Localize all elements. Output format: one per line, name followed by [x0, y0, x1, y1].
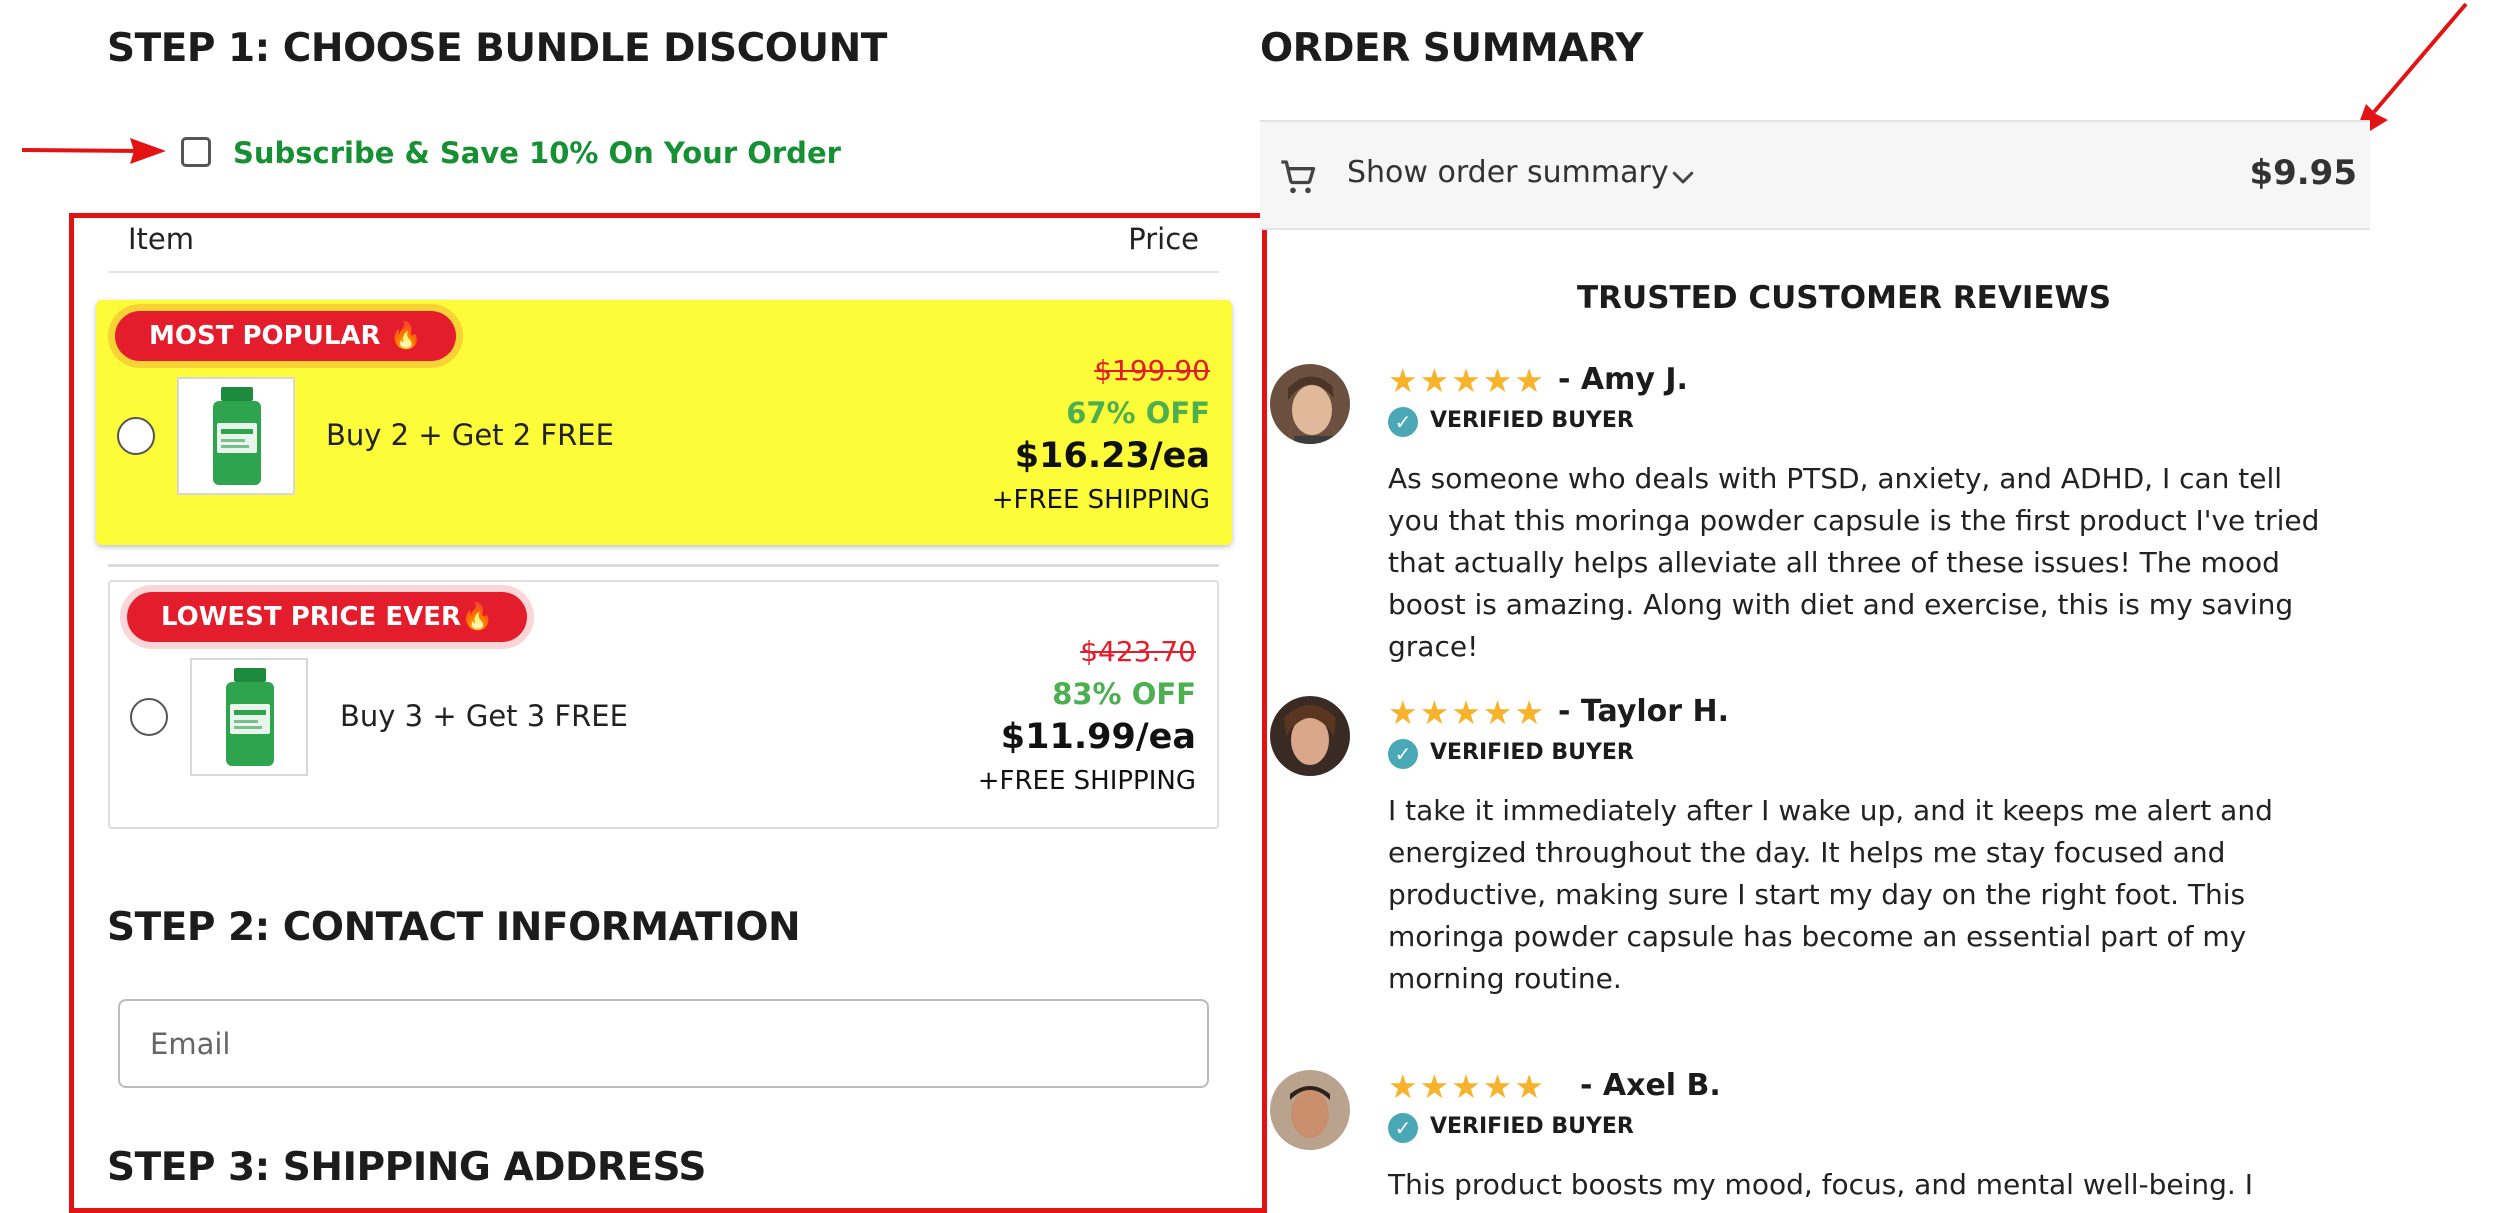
bundle-2-radio[interactable] — [130, 698, 168, 736]
star-icon: ★ — [1388, 1067, 1418, 1106]
star-icon: ★ — [1514, 693, 1544, 732]
step1-title: STEP 1: CHOOSE BUNDLE DISCOUNT — [107, 26, 887, 71]
bundle-2-discount: 83% OFF — [1052, 677, 1196, 711]
reviewer-name: - Amy J. — [1558, 362, 1688, 397]
star-icon: ★ — [1514, 1067, 1544, 1106]
bundle-1-radio[interactable] — [117, 417, 155, 455]
lowest-price-badge: LOWEST PRICE EVER🔥 — [127, 592, 528, 642]
avatar — [1270, 364, 1350, 444]
verified-buyer-label: VERIFIED BUYER — [1430, 740, 1634, 765]
bottle-icon — [213, 387, 261, 485]
review-text: This product boosts my mood, focus, and … — [1388, 1168, 2253, 1201]
column-header-item: Item — [128, 222, 195, 256]
chevron-down-icon[interactable] — [1668, 162, 1698, 192]
subscribe-label[interactable]: Subscribe & Save 10% On Your Order — [233, 136, 841, 170]
reviewer-name: - Axel B. — [1580, 1068, 1721, 1103]
show-order-summary-toggle[interactable]: Show order summary — [1347, 155, 1669, 190]
bundle-2-shipping: +FREE SHIPPING — [977, 766, 1196, 796]
product-thumbnail — [190, 658, 308, 776]
reviewer-name: - Taylor H. — [1558, 694, 1730, 729]
most-popular-badge: MOST POPULAR 🔥 — [115, 311, 456, 361]
bundle-1-offer: Buy 2 + Get 2 FREE — [326, 418, 614, 452]
step2-title: STEP 2: CONTACT INFORMATION — [107, 905, 801, 950]
verified-check-icon: ✓ — [1388, 1113, 1418, 1143]
review-text: I take it immediately after I wake up, a… — [1388, 794, 2273, 995]
star-icon: ★ — [1482, 1067, 1513, 1106]
verified-buyer-label: VERIFIED BUYER — [1430, 1114, 1634, 1139]
reviews-title: TRUSTED CUSTOMER REVIEWS — [1577, 280, 2112, 316]
order-total: $9.95 — [2249, 153, 2357, 193]
verified-buyer-label: VERIFIED BUYER — [1430, 408, 1634, 433]
star-rating: ★★★★★ — [1388, 696, 1546, 729]
avatar — [1270, 1070, 1350, 1150]
star-icon: ★ — [1482, 693, 1513, 732]
bundle-1-unit-price: $16.23/ea — [1014, 436, 1210, 476]
product-thumbnail — [177, 377, 295, 495]
bundle-divider — [108, 564, 1219, 567]
bundle-1-shipping: +FREE SHIPPING — [991, 485, 1210, 515]
star-icon: ★ — [1482, 361, 1513, 400]
bundle-1-discount: 67% OFF — [1066, 396, 1210, 430]
star-icon: ★ — [1451, 693, 1481, 732]
bundle-2-unit-price: $11.99/ea — [1000, 717, 1196, 757]
annotation-arrow-left — [21, 138, 166, 164]
order-summary-title: ORDER SUMMARY — [1260, 26, 1644, 71]
table-header-divider — [108, 271, 1219, 273]
star-icon: ★ — [1419, 1067, 1450, 1106]
verified-check-icon: ✓ — [1388, 407, 1418, 437]
email-field[interactable] — [118, 999, 1209, 1088]
review-text: As someone who deals with PTSD, anxiety,… — [1388, 462, 2320, 663]
star-rating: ★★★★★ — [1388, 364, 1546, 397]
star-icon: ★ — [1514, 361, 1544, 400]
star-icon: ★ — [1419, 693, 1450, 732]
star-icon: ★ — [1388, 693, 1418, 732]
step3-title: STEP 3: SHIPPING ADDRESS — [107, 1145, 706, 1190]
star-rating: ★★★★★ — [1388, 1070, 1546, 1103]
column-header-price: Price — [1128, 222, 1199, 256]
bundle-2-offer: Buy 3 + Get 3 FREE — [340, 699, 628, 733]
verified-check-icon: ✓ — [1388, 739, 1418, 769]
star-icon: ★ — [1451, 1067, 1481, 1106]
star-icon: ★ — [1419, 361, 1450, 400]
bottle-icon — [226, 668, 274, 766]
cart-icon[interactable] — [1278, 157, 1318, 197]
bundle-1-original-price: $199.90 — [1094, 354, 1210, 387]
star-icon: ★ — [1388, 361, 1418, 400]
bundle-2-original-price: $423.70 — [1080, 635, 1196, 668]
star-icon: ★ — [1451, 361, 1481, 400]
avatar — [1270, 696, 1350, 776]
subscribe-checkbox[interactable] — [181, 137, 211, 167]
